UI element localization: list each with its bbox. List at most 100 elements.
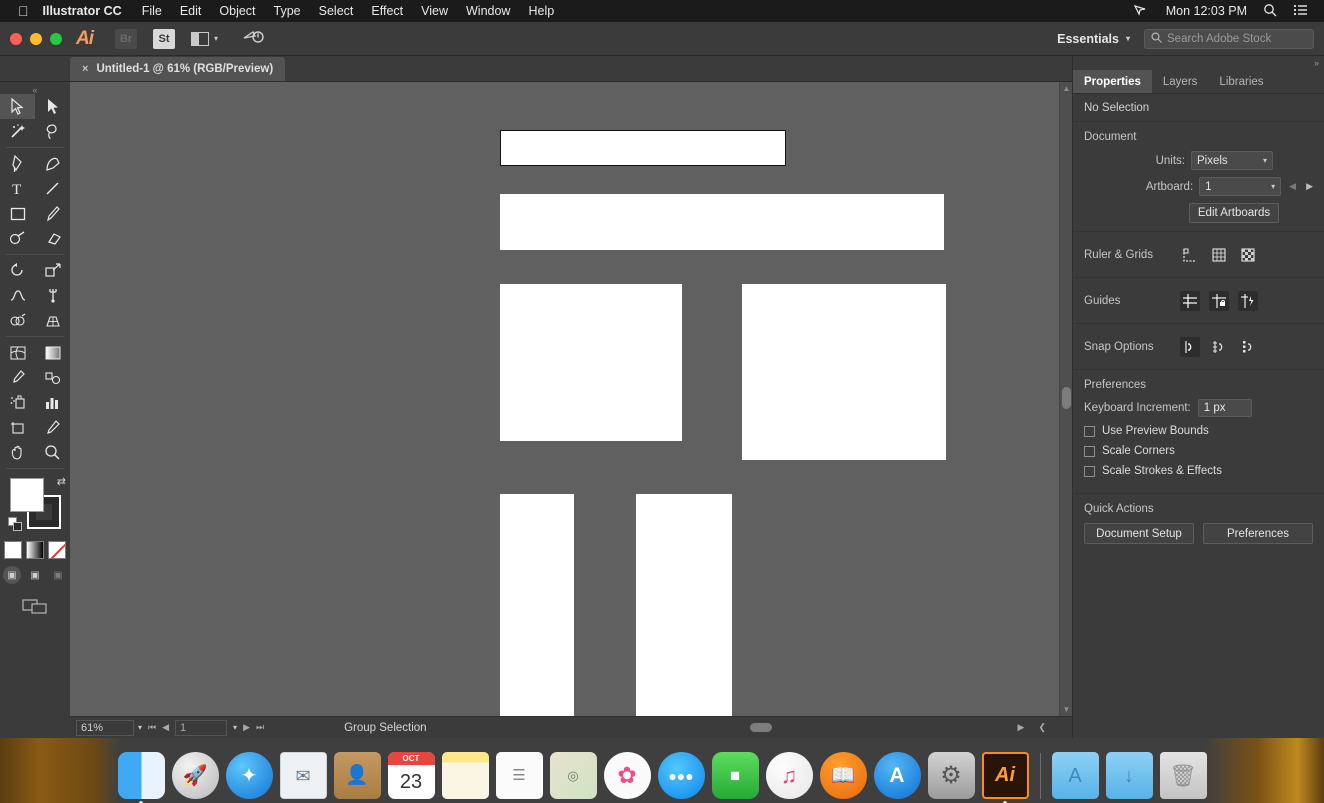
smart-guides-icon[interactable] bbox=[1238, 291, 1258, 311]
reminders-icon[interactable]: ☰ bbox=[495, 752, 543, 799]
minimize-window-button[interactable] bbox=[30, 32, 42, 45]
mesh-tool[interactable] bbox=[0, 340, 35, 365]
snap-to-grid-icon[interactable] bbox=[1209, 337, 1229, 357]
dock-item-finder[interactable] bbox=[117, 752, 165, 803]
vertical-scrollbar-thumb[interactable] bbox=[1062, 387, 1071, 409]
calendar-icon[interactable]: OCT 23 bbox=[387, 752, 435, 799]
document-setup-button[interactable]: Document Setup bbox=[1084, 523, 1194, 544]
preferences-button[interactable]: Preferences bbox=[1203, 523, 1313, 544]
close-icon[interactable]: × bbox=[82, 63, 88, 75]
scale-strokes-effects-checkbox[interactable] bbox=[1084, 465, 1095, 477]
maps-icon[interactable]: ◎ bbox=[549, 752, 597, 799]
shaper-tool[interactable] bbox=[0, 226, 35, 251]
canvas-rectangle-1[interactable] bbox=[500, 130, 786, 166]
zoom-level-input[interactable]: 61% bbox=[76, 719, 134, 736]
document-tab[interactable]: × Untitled-1 @ 61% (RGB/Preview) bbox=[70, 57, 286, 81]
menu-effect[interactable]: Effect bbox=[371, 4, 403, 18]
canvas-rectangle-5[interactable] bbox=[500, 494, 574, 738]
finder-icon[interactable] bbox=[117, 752, 165, 799]
menu-edit[interactable]: Edit bbox=[180, 4, 202, 18]
eyedropper-tool[interactable] bbox=[0, 365, 35, 390]
canvas-rectangle-4[interactable] bbox=[742, 284, 946, 460]
canvas-rectangle-6[interactable] bbox=[636, 494, 732, 738]
default-fill-stroke-icon[interactable] bbox=[8, 517, 22, 531]
tab-properties[interactable]: Properties bbox=[1073, 70, 1152, 93]
zoom-dropdown-icon[interactable]: ▾ bbox=[138, 723, 142, 732]
arrange-documents-button[interactable]: ▾ bbox=[191, 31, 218, 46]
next-artboard-icon[interactable]: ▶ bbox=[243, 722, 250, 733]
collapse-panel-icon[interactable]: » bbox=[1073, 56, 1324, 70]
show-grid-icon[interactable] bbox=[1209, 245, 1229, 265]
zoom-window-button[interactable] bbox=[50, 32, 62, 45]
ibooks-icon[interactable]: 📖 bbox=[819, 752, 867, 799]
previous-artboard-icon[interactable]: ◀ bbox=[162, 722, 169, 733]
snap-to-pixel-icon[interactable] bbox=[1238, 337, 1258, 357]
mail-icon[interactable]: ✉ bbox=[279, 752, 327, 799]
full-screen-menu-mode-button[interactable]: ▣ bbox=[26, 566, 44, 584]
safari-icon[interactable]: ✦ bbox=[225, 752, 273, 799]
spotlight-search-icon[interactable] bbox=[1263, 3, 1277, 20]
artboard-tool[interactable] bbox=[0, 415, 35, 440]
menu-help[interactable]: Help bbox=[528, 4, 554, 18]
menu-window[interactable]: Window bbox=[466, 4, 510, 18]
pen-tool[interactable] bbox=[0, 151, 35, 176]
zoom-tool[interactable] bbox=[35, 440, 70, 465]
line-segment-tool[interactable] bbox=[35, 176, 70, 201]
messages-icon[interactable]: ●●● bbox=[657, 752, 705, 799]
shape-builder-tool[interactable] bbox=[0, 308, 35, 333]
menu-type[interactable]: Type bbox=[274, 4, 301, 18]
keyboard-increment-input[interactable]: 1 px bbox=[1197, 399, 1252, 417]
menu-bar-clock[interactable]: Mon 12:03 PM bbox=[1166, 4, 1247, 18]
itunes-icon[interactable]: ♫ bbox=[765, 752, 813, 799]
cloud-sync-icon[interactable] bbox=[242, 27, 266, 50]
illustrator-icon[interactable]: Ai bbox=[981, 752, 1029, 799]
blend-tool[interactable] bbox=[35, 365, 70, 390]
dock-item-illustrator[interactable]: Ai bbox=[981, 752, 1029, 803]
status-menu-icon[interactable]: ▶ bbox=[1018, 722, 1025, 733]
launchpad-icon[interactable]: 🚀 bbox=[171, 752, 219, 799]
none-swatch-button[interactable] bbox=[48, 541, 66, 559]
normal-screen-mode-button[interactable]: ▣ bbox=[3, 566, 21, 584]
rectangle-tool[interactable] bbox=[0, 201, 35, 226]
menu-object[interactable]: Object bbox=[219, 4, 255, 18]
menu-select[interactable]: Select bbox=[319, 4, 354, 18]
status-resize-icon[interactable]: ❮ bbox=[1038, 722, 1046, 733]
next-artboard-icon[interactable]: ▶ bbox=[1306, 181, 1313, 192]
gradient-swatch-button[interactable] bbox=[26, 541, 44, 559]
scale-tool[interactable] bbox=[35, 258, 70, 283]
scale-corners-row[interactable]: Scale Corners bbox=[1084, 445, 1313, 457]
scale-corners-checkbox[interactable] bbox=[1084, 445, 1095, 457]
width-tool[interactable] bbox=[0, 283, 35, 308]
contacts-icon[interactable]: 👤 bbox=[333, 752, 381, 799]
gradient-tool[interactable] bbox=[35, 340, 70, 365]
first-artboard-icon[interactable]: ⏮ bbox=[148, 722, 156, 733]
bridge-button[interactable]: Br bbox=[115, 28, 137, 49]
apple-menu-icon[interactable]:  bbox=[18, 4, 29, 18]
show-rulers-icon[interactable] bbox=[1180, 245, 1200, 265]
direct-selection-tool[interactable] bbox=[35, 94, 70, 119]
column-graph-tool[interactable] bbox=[35, 390, 70, 415]
free-transform-tool[interactable] bbox=[35, 283, 70, 308]
edit-artboards-button[interactable]: Edit Artboards bbox=[1189, 203, 1279, 223]
horizontal-scrollbar-thumb[interactable] bbox=[750, 723, 772, 732]
facetime-icon[interactable]: ■ bbox=[711, 752, 759, 799]
change-screen-mode-icon[interactable] bbox=[0, 596, 70, 614]
canvas-rectangle-2[interactable] bbox=[500, 194, 944, 250]
tab-libraries[interactable]: Libraries bbox=[1208, 70, 1274, 93]
system-preferences-icon[interactable]: ⚙ bbox=[927, 752, 975, 799]
fill-swatch[interactable] bbox=[10, 478, 44, 512]
workspace-switcher[interactable]: Essentials ▾ bbox=[1057, 32, 1130, 46]
notes-icon[interactable] bbox=[441, 752, 489, 799]
use-preview-bounds-checkbox[interactable] bbox=[1084, 425, 1095, 437]
magic-wand-tool[interactable] bbox=[0, 119, 35, 144]
canvas-vertical-scrollbar[interactable]: ▲ ▼ bbox=[1059, 82, 1072, 716]
type-tool[interactable]: T bbox=[0, 176, 35, 201]
menu-view[interactable]: View bbox=[421, 4, 448, 18]
close-window-button[interactable] bbox=[10, 32, 22, 45]
lock-guides-icon[interactable] bbox=[1209, 291, 1229, 311]
artboard-select[interactable]: 1 ▾ bbox=[1199, 177, 1282, 196]
downloads-folder-icon[interactable]: ↓ bbox=[1105, 752, 1153, 799]
canvas-rectangle-3[interactable] bbox=[500, 284, 682, 441]
paintbrush-tool[interactable] bbox=[35, 201, 70, 226]
full-screen-mode-button[interactable]: ▣ bbox=[49, 566, 67, 584]
